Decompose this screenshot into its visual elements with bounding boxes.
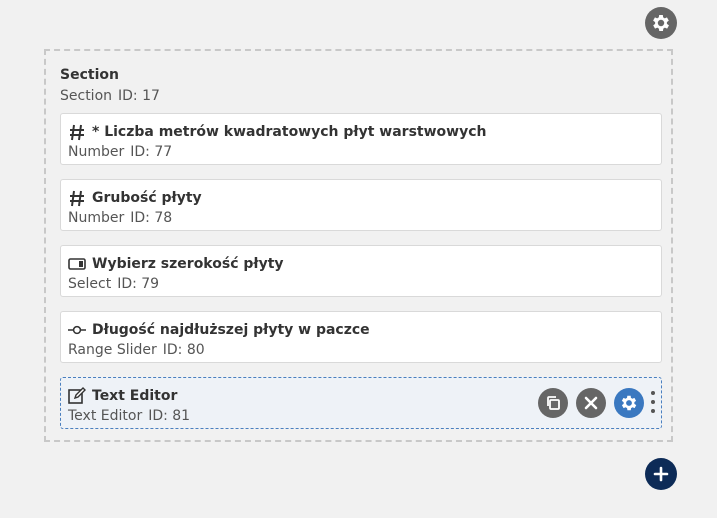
field-type-label: Number bbox=[68, 210, 125, 226]
text-editor-icon bbox=[68, 387, 86, 405]
field-title: Wybierz szerokość płyty bbox=[92, 256, 284, 272]
section-container[interactable]: Section Section ID: 17 * Liczba metrów kw… bbox=[44, 49, 673, 442]
field-title: Długość najdłuższej płyty w paczce bbox=[92, 322, 370, 338]
field-id-label: ID: 79 bbox=[117, 276, 160, 292]
field-type-label: Text Editor bbox=[68, 408, 143, 424]
delete-button[interactable] bbox=[576, 388, 606, 418]
add-field-button[interactable] bbox=[645, 458, 677, 490]
settings-button[interactable] bbox=[645, 7, 677, 39]
field-item[interactable]: * Liczba metrów kwadratowych płyt warstw… bbox=[60, 113, 662, 165]
field-settings-button[interactable] bbox=[614, 388, 644, 418]
duplicate-button[interactable] bbox=[538, 388, 568, 418]
plus-icon bbox=[653, 466, 669, 482]
hash-icon bbox=[68, 123, 86, 141]
gear-icon bbox=[621, 395, 637, 411]
section-id-label: ID: 17 bbox=[118, 88, 160, 104]
field-type-label: Select bbox=[68, 276, 112, 292]
field-id-label: ID: 77 bbox=[130, 144, 173, 160]
field-meta: Select ID: 79 bbox=[68, 276, 159, 292]
field-meta: Range Slider ID: 80 bbox=[68, 342, 205, 358]
field-meta: Text Editor ID: 81 bbox=[68, 408, 190, 424]
field-item-active[interactable]: Text Editor Text Editor ID: 81 bbox=[60, 377, 662, 429]
field-item[interactable]: Wybierz szerokość płyty Select ID: 79 bbox=[60, 245, 662, 297]
field-meta: Number ID: 78 bbox=[68, 210, 172, 226]
section-meta: Section ID: 17 bbox=[60, 88, 160, 104]
range-slider-icon bbox=[68, 321, 86, 339]
section-type-label: Section bbox=[60, 88, 113, 104]
field-item[interactable]: Grubość płyty Number ID: 78 bbox=[60, 179, 662, 231]
field-id-label: ID: 81 bbox=[148, 408, 191, 424]
field-type-label: Number bbox=[68, 144, 125, 160]
drag-handle-icon[interactable] bbox=[649, 388, 657, 418]
section-title: Section bbox=[60, 67, 119, 83]
field-id-label: ID: 80 bbox=[162, 342, 205, 358]
field-title: * Liczba metrów kwadratowych płyt warstw… bbox=[92, 124, 487, 140]
field-item[interactable]: Długość najdłuższej płyty w paczce Range… bbox=[60, 311, 662, 363]
field-title: Text Editor bbox=[92, 388, 178, 404]
field-id-label: ID: 78 bbox=[130, 210, 173, 226]
gear-icon bbox=[653, 15, 669, 31]
field-type-label: Range Slider bbox=[68, 342, 157, 358]
select-icon bbox=[68, 255, 86, 273]
field-title: Grubość płyty bbox=[92, 190, 202, 206]
hash-icon bbox=[68, 189, 86, 207]
close-icon bbox=[584, 396, 598, 410]
field-meta: Number ID: 77 bbox=[68, 144, 172, 160]
duplicate-icon bbox=[547, 396, 560, 410]
